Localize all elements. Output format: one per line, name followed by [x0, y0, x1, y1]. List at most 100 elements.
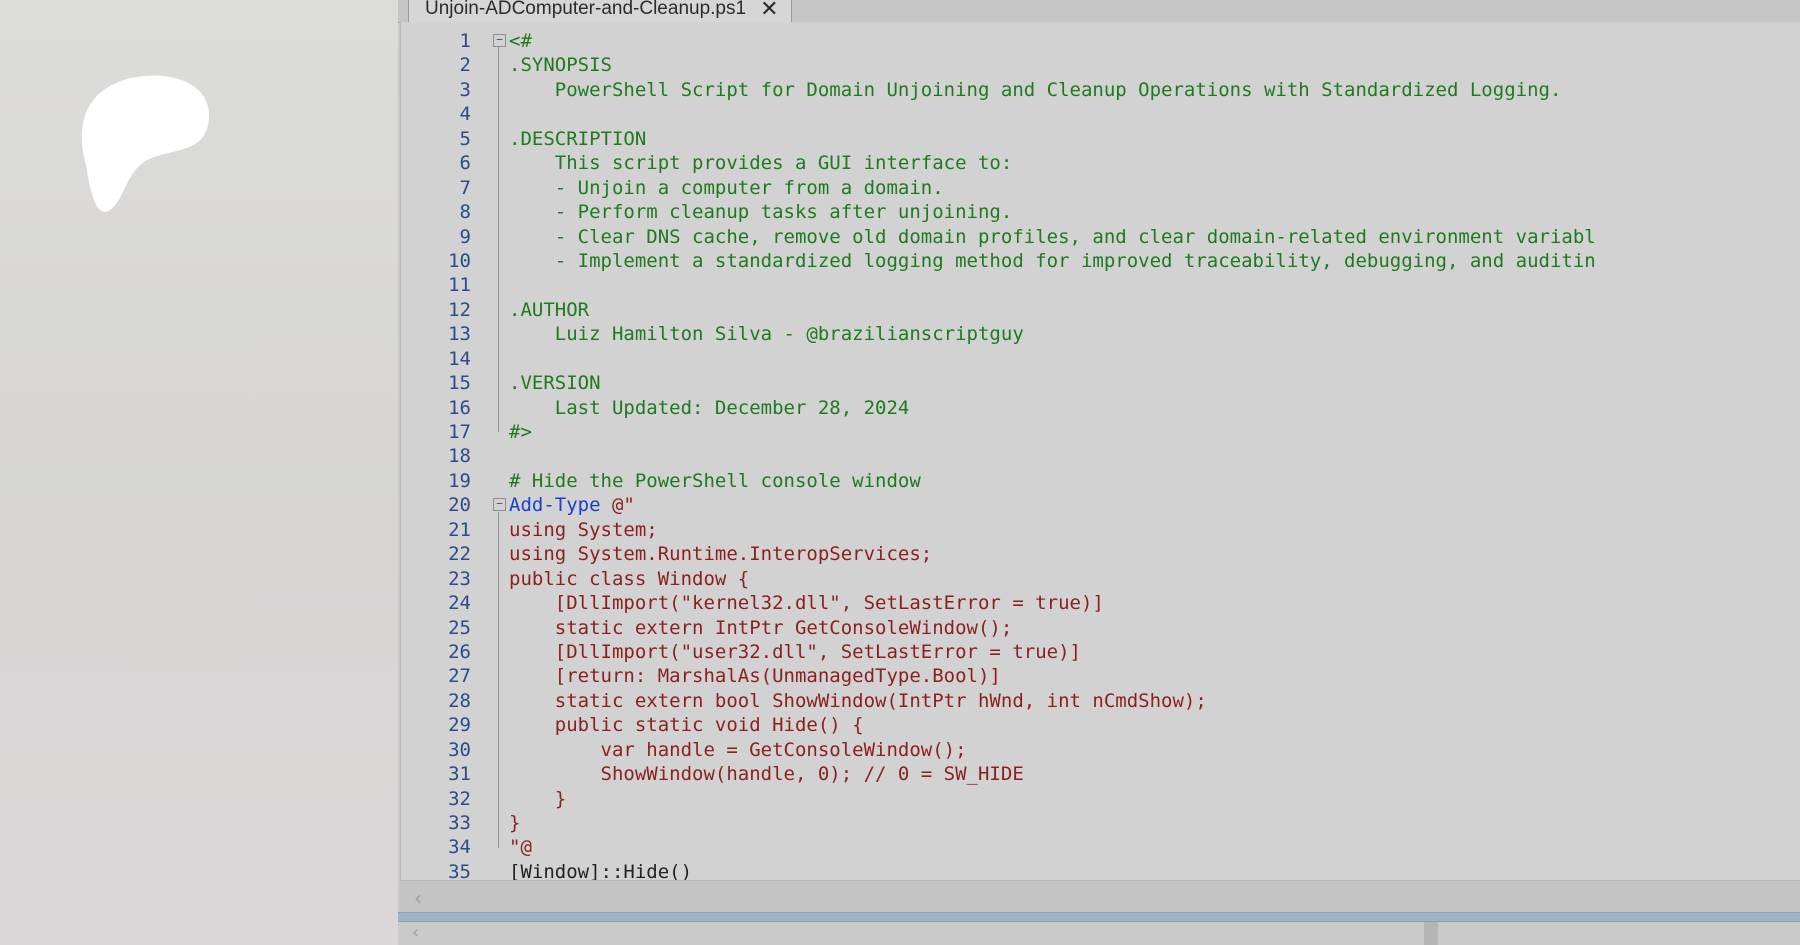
code-line[interactable]: 11 [401, 273, 1800, 297]
code-token: <# [509, 30, 532, 52]
line-number: 7 [459, 176, 471, 199]
code-token: using System; [509, 518, 658, 541]
code-line[interactable]: 30 var handle = GetConsoleWindow(); [401, 738, 1800, 762]
code-line[interactable]: 3 PowerShell Script for Domain Unjoining… [401, 78, 1800, 102]
code-token: PowerShell Script for Domain Unjoining a… [509, 78, 1562, 101]
code-token: - Unjoin a computer from a domain. [509, 176, 944, 199]
console-scroll-arrow-icon[interactable]: ‹ [412, 922, 419, 943]
code-line[interactable]: 32 } [401, 787, 1800, 811]
code-line[interactable]: 26 [DllImport("user32.dll", SetLastError… [401, 640, 1800, 664]
line-number: 14 [448, 347, 471, 370]
code-token: .SYNOPSIS [509, 54, 612, 77]
code-token: } [509, 812, 521, 834]
code-token: - Perform cleanup tasks after unjoining. [509, 201, 1013, 224]
line-number: 20 [448, 494, 471, 517]
horizontal-scrollbar[interactable]: ‹ [400, 880, 1800, 913]
code-text: # Hide the PowerShell console window [509, 469, 921, 493]
code-line[interactable]: 23 public class Window { [401, 567, 1800, 591]
tab-strip: Unjoin-ADComputer-and-Cleanup.ps1 ✕ [398, 0, 1800, 23]
code-text: .VERSION [509, 371, 601, 395]
fold-guide-line [498, 47, 499, 433]
code-text: var handle = GetConsoleWindow(); [509, 738, 967, 762]
line-number: 18 [448, 445, 471, 468]
fold-toggle-icon[interactable]: − [493, 498, 506, 512]
code-line[interactable]: 8 - Perform cleanup tasks after unjoinin… [401, 200, 1800, 224]
code-text: <# [509, 29, 532, 53]
line-number: 1 [459, 30, 471, 52]
code-text: using System; [509, 518, 658, 542]
code-line[interactable]: 33} [401, 811, 1800, 835]
code-token: This script provides a GUI interface to: [509, 152, 1013, 175]
scroll-left-arrow-icon[interactable]: ‹ [414, 886, 422, 910]
code-line[interactable]: 15 .VERSION [401, 371, 1800, 395]
line-number: 22 [448, 543, 471, 566]
code-line[interactable]: 21 using System; [401, 518, 1800, 542]
code-line[interactable]: 2 .SYNOPSIS [401, 53, 1800, 77]
code-line[interactable]: 27 [return: MarshalAs(UnmanagedType.Bool… [401, 664, 1800, 688]
line-number: 34 [448, 836, 471, 859]
console-pane[interactable]: ‹ [398, 922, 1800, 945]
logo-icon [81, 75, 210, 212]
code-line[interactable]: 25 static extern IntPtr GetConsoleWindow… [401, 616, 1800, 640]
code-line[interactable]: 13 Luiz Hamilton Silva - @brazilianscrip… [401, 322, 1800, 346]
code-line[interactable]: 22 using System.Runtime.InteropServices; [401, 542, 1800, 566]
code-text: #> [509, 420, 532, 444]
fold-guide-line [498, 511, 499, 848]
code-line[interactable]: 17 #> [401, 420, 1800, 444]
code-line[interactable]: 31 ShowWindow(handle, 0); // 0 = SW_HIDE [401, 762, 1800, 786]
code-line[interactable]: 9 - Clear DNS cache, remove old domain p… [401, 225, 1800, 249]
code-editor[interactable]: 1− <# 2 .SYNOPSIS 3 PowerShell Script for Do… [400, 22, 1800, 880]
tab-script-file[interactable]: Unjoin-ADComputer-and-Cleanup.ps1 ✕ [408, 0, 792, 23]
code-token: [Window]::Hide() [509, 860, 693, 880]
code-line[interactable]: 20 − Add-Type @" [401, 493, 1800, 517]
code-line[interactable]: 24 [DllImport("kernel32.dll", SetLastErr… [401, 591, 1800, 615]
code-line[interactable]: 10 - Implement a standardized logging me… [401, 249, 1800, 273]
line-number: 29 [448, 714, 471, 737]
code-token: static extern IntPtr GetConsoleWindow(); [509, 616, 1013, 639]
code-text: .SYNOPSIS [509, 53, 612, 77]
code-line[interactable]: 34 "@ [401, 835, 1800, 859]
code-line[interactable]: 14 [401, 347, 1800, 371]
pane-splitter[interactable] [398, 912, 1800, 922]
code-token: Luiz Hamilton Silva - @brazilianscriptgu… [509, 323, 1024, 346]
code-token: .DESCRIPTION [509, 127, 647, 150]
code-line[interactable]: 19 # Hide the PowerShell console window [401, 469, 1800, 493]
code-line[interactable]: 5 .DESCRIPTION [401, 127, 1800, 151]
code-text: .AUTHOR [509, 298, 589, 322]
code-line[interactable]: 7 - Unjoin a computer from a domain. [401, 176, 1800, 200]
code-text: static extern bool ShowWindow(IntPtr hWn… [509, 689, 1207, 713]
code-token: Last Updated: December 28, 2024 [509, 396, 910, 419]
code-text: static extern IntPtr GetConsoleWindow(); [509, 616, 1013, 640]
line-number: 31 [448, 763, 471, 786]
code-token: [DllImport("user32.dll", SetLastError = … [509, 640, 1081, 663]
close-icon[interactable]: ✕ [760, 0, 778, 20]
code-text: - Perform cleanup tasks after unjoining. [509, 200, 1013, 224]
fold-toggle-icon[interactable]: − [493, 34, 506, 47]
code-line[interactable]: 6 This script provides a GUI interface t… [401, 151, 1800, 175]
code-text: ShowWindow(handle, 0); // 0 = SW_HIDE [509, 762, 1024, 786]
line-number: 24 [448, 592, 471, 615]
code-line[interactable]: 12 .AUTHOR [401, 298, 1800, 322]
code-token: #> [509, 421, 532, 443]
code-text: .DESCRIPTION [509, 127, 646, 151]
code-token: .AUTHOR [509, 298, 590, 321]
code-line[interactable]: 29 public static void Hide() { [401, 713, 1800, 737]
code-line[interactable]: 1 − <# [401, 29, 1800, 53]
line-number: 30 [448, 738, 471, 761]
code-token: static extern bool ShowWindow(IntPtr hWn… [509, 689, 1207, 712]
left-background-panel [0, 0, 398, 945]
code-token: using System.Runtime.InteropServices; [509, 543, 933, 566]
code-text: [DllImport("kernel32.dll", SetLastError … [509, 591, 1104, 615]
code-line[interactable]: 16 Last Updated: December 28, 2024 [401, 396, 1800, 420]
code-line[interactable]: 28 static extern bool ShowWindow(IntPtr … [401, 689, 1800, 713]
code-token: - Clear DNS cache, remove old domain pro… [509, 225, 1596, 248]
code-text: "@ [509, 835, 532, 859]
code-text: [return: MarshalAs(UnmanagedType.Bool)] [509, 664, 1001, 688]
code-line[interactable]: 18 [401, 444, 1800, 468]
code-line[interactable]: 4 [401, 102, 1800, 126]
code-token: [return: MarshalAs(UnmanagedType.Bool)] [509, 665, 1001, 688]
code-token: var handle = GetConsoleWindow(); [509, 738, 967, 761]
code-line[interactable]: 35 [Window]::Hide() [401, 860, 1800, 880]
code-text: } [509, 811, 520, 835]
code-token: - Implement a standardized logging metho… [509, 249, 1596, 272]
